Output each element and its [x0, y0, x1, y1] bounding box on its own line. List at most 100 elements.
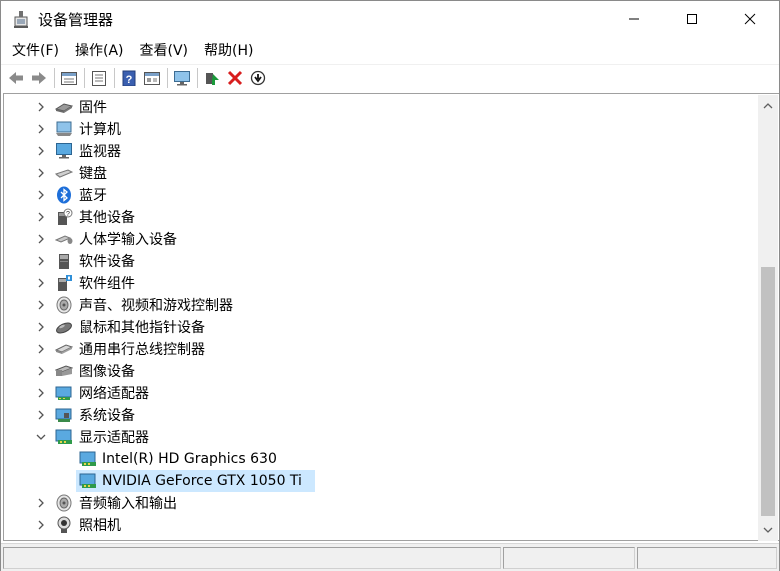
tree-item-label: 软件组件 [79, 276, 135, 292]
tree-item-label: 网络适配器 [79, 386, 149, 402]
svg-text:?: ? [126, 74, 133, 86]
scroll-up-button[interactable] [758, 97, 778, 114]
close-button[interactable] [721, 1, 779, 37]
menu-file[interactable]: 文件(F) [4, 39, 67, 63]
scan-hardware-button[interactable] [247, 67, 269, 89]
chevron-right-icon[interactable] [33, 385, 49, 401]
tree-item-label: 计算机 [79, 122, 121, 138]
chevron-right-icon[interactable] [33, 495, 49, 511]
tree-item-label: 显示适配器 [79, 430, 149, 446]
tree-item-other-devices[interactable]: ? 其他设备 [3, 206, 757, 228]
title-bar[interactable]: 设备管理器 [1, 1, 779, 37]
camera-device-icon [54, 362, 74, 380]
view-button[interactable] [141, 67, 163, 89]
tree-item-keyboards[interactable]: 键盘 [3, 162, 757, 184]
tree-item-label: 蓝牙 [79, 188, 107, 204]
tree-item-nvidia-gtx-1050ti[interactable]: NVIDIA GeForce GTX 1050 Ti [3, 470, 757, 492]
monitor-button[interactable] [171, 67, 193, 89]
chevron-right-icon[interactable] [33, 99, 49, 115]
toolbar-separator [84, 67, 85, 88]
tree-item-system-devices[interactable]: 系统设备 [3, 404, 757, 426]
chevron-right-icon[interactable] [33, 517, 49, 533]
vertical-scrollbar[interactable] [758, 95, 778, 541]
tree-item-label: Intel(R) HD Graphics 630 [102, 451, 277, 467]
window-title: 设备管理器 [38, 10, 114, 29]
chevron-right-icon[interactable] [33, 231, 49, 247]
chevron-right-icon[interactable] [33, 275, 49, 291]
scrollbar-thumb[interactable] [761, 267, 775, 516]
chevron-right-icon[interactable] [33, 341, 49, 357]
tree-item-imaging-devices[interactable]: 图像设备 [3, 360, 757, 382]
tree-item-network-adapters[interactable]: 网络适配器 [3, 382, 757, 404]
tree-item-label: 监视器 [79, 144, 121, 160]
help-button[interactable]: ? [118, 67, 140, 89]
chevron-right-icon[interactable] [33, 297, 49, 313]
tree-item-mice[interactable]: 鼠标和其他指针设备 [3, 316, 757, 338]
uninstall-button[interactable] [224, 67, 246, 89]
tree-item-label: NVIDIA GeForce GTX 1050 Ti [102, 473, 302, 489]
chevron-right-icon[interactable] [33, 143, 49, 159]
tree-item-intel-hd-graphics[interactable]: Intel(R) HD Graphics 630 [3, 448, 757, 470]
chevron-down-icon[interactable] [33, 429, 49, 445]
svg-text:?: ? [66, 211, 70, 218]
menu-action[interactable]: 操作(A) [67, 39, 132, 63]
chevron-right-icon[interactable] [33, 363, 49, 379]
tree-item-bluetooth[interactable]: 蓝牙 [3, 184, 757, 206]
tree-item-cameras[interactable]: 照相机 [3, 514, 757, 536]
list-button[interactable] [88, 67, 110, 89]
scroll-down-button[interactable] [758, 521, 778, 538]
update-driver-icon [206, 72, 219, 85]
tree-item-software-components[interactable]: 软件组件 [3, 272, 757, 294]
chevron-down-icon [763, 527, 773, 533]
menu-view[interactable]: 查看(V) [132, 39, 197, 63]
computer-icon [55, 120, 73, 138]
properties-button[interactable] [58, 67, 80, 89]
speaker-icon [55, 296, 73, 314]
bluetooth-icon [55, 186, 73, 204]
update-driver-button[interactable] [201, 67, 223, 89]
chevron-right-icon[interactable] [33, 253, 49, 269]
device-tree[interactable]: 固件 计算机 监视器 键盘 蓝牙 ? 其他设备 人体学输入设备 软件设备 软件组… [3, 95, 757, 541]
list-icon [92, 70, 106, 86]
software-component-icon [55, 274, 73, 292]
menu-help[interactable]: 帮助(H) [196, 39, 261, 63]
toolbar: ? [1, 64, 779, 90]
chevron-right-icon[interactable] [33, 407, 49, 423]
tree-item-hid[interactable]: 人体学输入设备 [3, 228, 757, 250]
view-icon [144, 71, 160, 85]
firmware-icon [54, 98, 74, 116]
network-adapter-icon [55, 384, 73, 402]
back-arrow-icon [9, 71, 23, 84]
scan-hardware-icon [250, 70, 266, 85]
tree-item-computer[interactable]: 计算机 [3, 118, 757, 140]
tree-item-sound-video-game[interactable]: 声音、视频和游戏控制器 [3, 294, 757, 316]
tree-item-firmware[interactable]: 固件 [3, 96, 757, 118]
keyboard-icon [54, 164, 74, 182]
usb-icon [54, 340, 74, 358]
chevron-right-icon[interactable] [33, 209, 49, 225]
tree-item-label: 固件 [79, 100, 107, 116]
other-devices-icon: ? [55, 208, 73, 226]
minimize-button[interactable] [605, 1, 663, 37]
chevron-right-icon[interactable] [33, 165, 49, 181]
monitor-icon [55, 142, 73, 160]
tree-item-label: 键盘 [79, 166, 107, 182]
status-bar [1, 543, 779, 571]
maximize-button[interactable] [663, 1, 721, 37]
maximize-icon [687, 14, 697, 24]
toolbar-separator [167, 67, 168, 88]
chevron-right-icon[interactable] [33, 187, 49, 203]
tree-item-software-devices[interactable]: 软件设备 [3, 250, 757, 272]
chevron-right-icon[interactable] [33, 319, 49, 335]
toolbar-separator [54, 67, 55, 88]
chevron-right-icon[interactable] [33, 121, 49, 137]
webcam-icon [55, 516, 73, 534]
tree-item-usb-controllers[interactable]: 通用串行总线控制器 [3, 338, 757, 360]
device-manager-app-icon [10, 8, 32, 30]
tree-item-audio-io[interactable]: 音频输入和输出 [3, 492, 757, 514]
forward-button[interactable] [28, 67, 50, 89]
tree-item-monitors[interactable]: 监视器 [3, 140, 757, 162]
tree-item-display-adapters[interactable]: 显示适配器 [3, 426, 757, 448]
back-button[interactable] [5, 67, 27, 89]
display-adapter-icon [79, 472, 97, 490]
